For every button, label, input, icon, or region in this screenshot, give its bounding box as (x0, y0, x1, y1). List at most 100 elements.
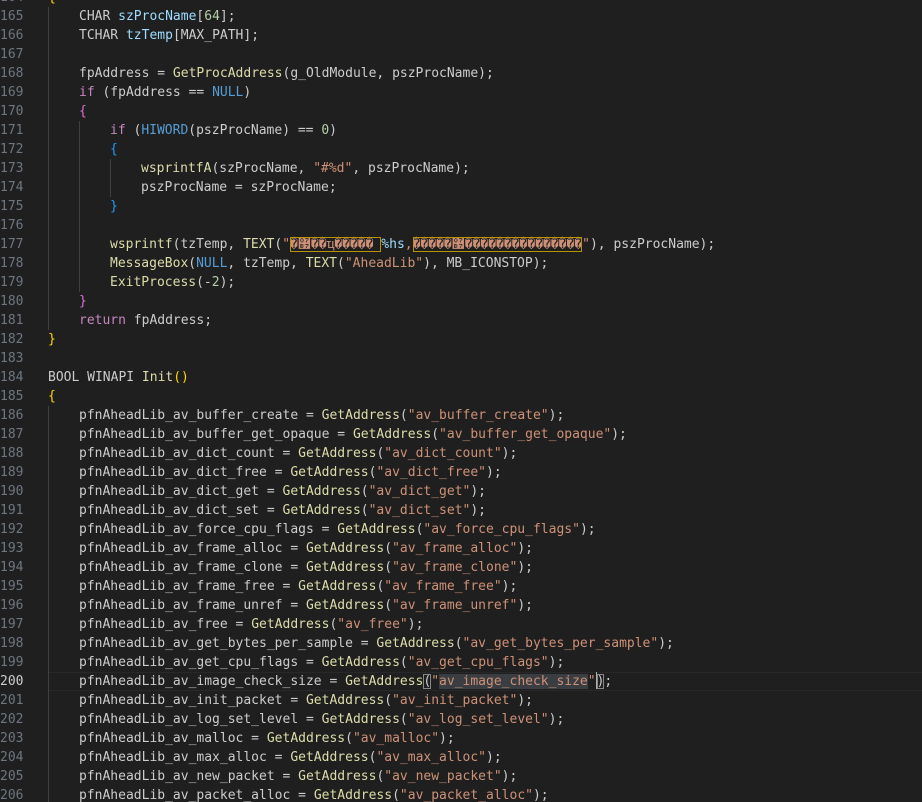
code-line[interactable]: 165 CHAR szProcName[64]; (0, 7, 922, 26)
code-line[interactable]: 170 { (0, 102, 922, 121)
code-line[interactable]: 180} (0, 292, 922, 311)
code-line[interactable]: 204 pfnAheadLib_av_max_alloc = GetAddress… (0, 748, 922, 767)
code-line[interactable]: 197 pfnAheadLib_av_free = GetAddress("av_… (0, 615, 922, 634)
code-text[interactable]: } (48, 292, 922, 311)
code-text[interactable]: wsprintf(tzTemp, TEXT("�޷��ҵ����� %hs,��… (48, 235, 922, 254)
code-line[interactable]: 205 pfnAheadLib_av_new_packet = GetAddres… (0, 767, 922, 786)
code-text[interactable]: pfnAheadLib_av_max_alloc = GetAddress("a… (48, 748, 922, 767)
code-line[interactable]: 191 pfnAheadLib_av_dict_set = GetAddress(… (0, 501, 922, 520)
code-line[interactable]: 179 ExitProcess(-2); (0, 273, 922, 292)
code-line[interactable]: 186 pfnAheadLib_av_buffer_create = GetAdd… (0, 406, 922, 425)
code-text[interactable]: MessageBox(NULL, tzTemp, TEXT("AheadLib"… (48, 254, 922, 273)
code-text[interactable]: if (HIWORD(pszProcName) == 0) (48, 121, 922, 140)
code-line[interactable]: 168 fpAddress = GetProcAddress(g_OldModul… (0, 64, 922, 83)
code-text[interactable]: CHAR szProcName[64]; (48, 7, 922, 26)
code-line[interactable]: 187 pfnAheadLib_av_buffer_get_opaque = Ge… (0, 425, 922, 444)
code-token: if (110, 123, 126, 138)
code-text[interactable]: pfnAheadLib_av_frame_free = GetAddress("… (48, 577, 922, 596)
code-token: [MAX_PATH]; (172, 28, 260, 43)
code-line[interactable]: 190 pfnAheadLib_av_dict_get = GetAddress(… (0, 482, 922, 501)
code-line[interactable]: 188 pfnAheadLib_av_dict_count = GetAddres… (0, 444, 922, 463)
code-token: ]; (219, 9, 236, 24)
code-text[interactable]: pfnAheadLib_av_image_check_size = GetAdd… (48, 672, 922, 691)
code-text[interactable]: pfnAheadLib_av_get_bytes_per_sample = Ge… (48, 634, 922, 653)
code-text[interactable]: if (fpAddress == NULL) (48, 83, 922, 102)
code-token: "av_dict_get" (368, 484, 471, 499)
code-line[interactable]: 181 return fpAddress; (0, 311, 922, 330)
code-text[interactable]: pszProcName = szProcName; (48, 178, 922, 197)
code-line[interactable]: 194 pfnAheadLib_av_frame_clone = GetAddre… (0, 558, 922, 577)
code-line[interactable]: 206 pfnAheadLib_av_packet_alloc = GetAddr… (0, 786, 922, 802)
code-text[interactable]: pfnAheadLib_av_frame_unref = GetAddress(… (48, 596, 922, 615)
code-line[interactable]: 177 wsprintf(tzTemp, TEXT("�޷��ҵ����� %hs… (0, 235, 922, 254)
code-text[interactable]: pfnAheadLib_av_frame_clone = GetAddress(… (48, 558, 922, 577)
code-text[interactable]: { (48, 140, 922, 159)
code-text[interactable]: fpAddress = GetProcAddress(g_OldModule, … (48, 64, 922, 83)
code-token: } (79, 294, 87, 309)
code-line[interactable]: 166 TCHAR tzTemp[MAX_PATH]; (0, 26, 922, 45)
code-line[interactable]: 202 pfnAheadLib_av_log_set_level = GetAdd… (0, 710, 922, 729)
code-text[interactable]: BOOL WINAPI Init() (48, 368, 922, 387)
code-token: "av_buffer_create" (407, 408, 549, 423)
code-line[interactable]: 199 pfnAheadLib_av_get_cpu_flags = GetAdd… (0, 653, 922, 672)
code-text[interactable]: } (48, 197, 922, 216)
code-text[interactable]: pfnAheadLib_av_init_packet = GetAddress(… (48, 691, 922, 710)
code-text[interactable]: } (48, 330, 922, 349)
code-line[interactable]: 183 (0, 349, 922, 368)
code-text[interactable]: { (48, 387, 922, 406)
code-line[interactable]: 185 { (0, 387, 922, 406)
code-line[interactable]: 193 pfnAheadLib_av_frame_alloc = GetAddre… (0, 539, 922, 558)
code-token: pfnAheadLib_av_dict_count = (79, 446, 299, 461)
code-text[interactable]: pfnAheadLib_av_dict_count = GetAddress("… (48, 444, 922, 463)
code-line[interactable]: 167 (0, 45, 922, 64)
code-text[interactable]: pfnAheadLib_av_dict_free = GetAddress("a… (48, 463, 922, 482)
code-text[interactable]: pfnAheadLib_av_buffer_get_opaque = GetAd… (48, 425, 922, 444)
code-line[interactable]: 178 MessageBox(NULL, tzTemp, TEXT("AheadL… (0, 254, 922, 273)
code-editor[interactable]: 164 {165 CHAR szProcName[64]; 166 TCHAR tzTe… (0, 0, 922, 802)
code-line[interactable]: 174 pszProcName = szProcName; (0, 178, 922, 197)
code-token: szProcName (118, 9, 197, 24)
code-text[interactable]: pfnAheadLib_av_malloc = GetAddress("av_m… (48, 729, 922, 748)
code-line[interactable]: 184 BOOL WINAPI Init() (0, 368, 922, 387)
indent-guide (48, 216, 49, 235)
code-line[interactable]: 195 pfnAheadLib_av_frame_free = GetAddres… (0, 577, 922, 596)
code-lines[interactable]: 164 {165 CHAR szProcName[64]; 166 TCHAR tzTe… (0, 0, 922, 802)
code-line[interactable]: 198 pfnAheadLib_av_get_bytes_per_sample =… (0, 634, 922, 653)
code-text[interactable]: pfnAheadLib_av_dict_get = GetAddress("av… (48, 482, 922, 501)
code-line[interactable]: 196 pfnAheadLib_av_frame_unref = GetAddre… (0, 596, 922, 615)
code-token: ); (611, 427, 627, 442)
code-line[interactable]: 173 wsprintfA(szProcName, "#%d", pszProcN… (0, 159, 922, 178)
code-text[interactable]: wsprintfA(szProcName, "#%d", pszProcName… (48, 159, 922, 178)
code-text[interactable]: { (48, 102, 922, 121)
code-text[interactable]: return fpAddress; (48, 311, 922, 330)
code-token: "av_new_packet" (384, 769, 502, 784)
code-line[interactable]: 176 (0, 216, 922, 235)
code-line[interactable]: 169 if (fpAddress == NULL) (0, 83, 922, 102)
code-text[interactable]: pfnAheadLib_av_get_cpu_flags = GetAddres… (48, 653, 922, 672)
code-text[interactable]: pfnAheadLib_av_buffer_create = GetAddres… (48, 406, 922, 425)
code-text[interactable]: TCHAR tzTemp[MAX_PATH]; (48, 26, 922, 45)
code-line[interactable]: 192 pfnAheadLib_av_force_cpu_flags = GetA… (0, 520, 922, 539)
code-token: 64 (204, 9, 220, 24)
code-text[interactable]: pfnAheadLib_av_packet_alloc = GetAddress… (48, 786, 922, 802)
code-token: "#%d" (313, 161, 353, 176)
code-line[interactable]: 201 pfnAheadLib_av_init_packet = GetAddre… (0, 691, 922, 710)
code-text[interactable]: pfnAheadLib_av_force_cpu_flags = GetAddr… (48, 520, 922, 539)
code-token: (- (196, 275, 212, 290)
code-line[interactable]: 175} (0, 197, 922, 216)
code-text[interactable]: pfnAheadLib_av_new_packet = GetAddress("… (48, 767, 922, 786)
code-text[interactable]: ExitProcess(-2); (48, 273, 922, 292)
code-text[interactable]: pfnAheadLib_av_log_set_level = GetAddres… (48, 710, 922, 729)
code-text[interactable]: pfnAheadLib_av_free = GetAddress("av_fre… (48, 615, 922, 634)
code-line[interactable]: 189 pfnAheadLib_av_dict_free = GetAddress… (0, 463, 922, 482)
code-text[interactable]: { (48, 0, 922, 7)
code-token: GetAddress (337, 522, 416, 537)
code-line[interactable]: 203 pfnAheadLib_av_malloc = GetAddress("a… (0, 729, 922, 748)
code-text[interactable]: pfnAheadLib_av_dict_set = GetAddress("av… (48, 501, 922, 520)
code-line[interactable]: 164 { (0, 0, 922, 7)
code-text[interactable]: pfnAheadLib_av_frame_alloc = GetAddress(… (48, 539, 922, 558)
code-line[interactable]: 182} (0, 330, 922, 349)
code-line[interactable]: 200 pfnAheadLib_av_image_check_size = Get… (0, 672, 922, 691)
code-line[interactable]: 172 { (0, 140, 922, 159)
code-line[interactable]: 171 if (HIWORD(pszProcName) == 0) (0, 121, 922, 140)
